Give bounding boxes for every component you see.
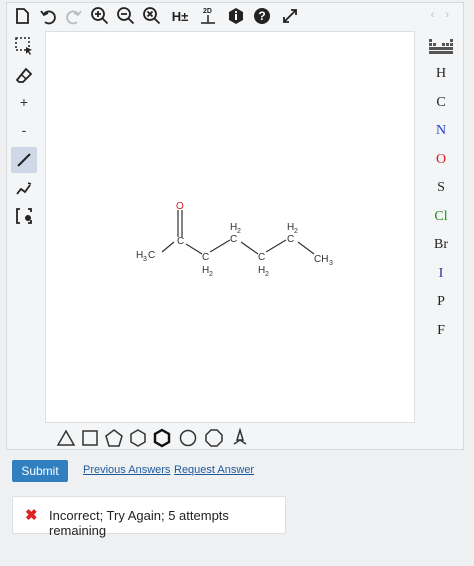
previous-answers-link[interactable]: Previous Answers bbox=[83, 464, 170, 476]
svg-text:?: ? bbox=[258, 9, 265, 23]
ch2-carbon-3: C bbox=[258, 252, 265, 263]
square-ring-icon[interactable] bbox=[79, 427, 101, 449]
ch2-carbon-1: C bbox=[202, 252, 209, 263]
atom-button-br[interactable]: Br bbox=[419, 234, 463, 256]
cycloheptane-ring-icon[interactable] bbox=[177, 427, 199, 449]
bracket-tool-icon[interactable] bbox=[11, 203, 37, 229]
atom-button-n[interactable]: N bbox=[419, 120, 463, 142]
atom-button-o[interactable]: O bbox=[419, 149, 463, 171]
feedback-message: Incorrect; Try Again; 5 attempts remaini… bbox=[49, 508, 229, 538]
chain-tool-icon[interactable] bbox=[11, 175, 37, 201]
atom-button-c[interactable]: C bbox=[419, 92, 463, 114]
ring-toolbar bbox=[45, 425, 415, 449]
ch2-carbon-4: C bbox=[287, 234, 294, 245]
left-methyl-sub: 3 bbox=[143, 256, 147, 263]
ch2-sub-4: 2 bbox=[294, 228, 298, 235]
chemistry-drawing-editor: H± 2D ? ‹ › + - O C H 3 C C H 2 C H 2 C … bbox=[6, 2, 464, 450]
x-icon: ✖ bbox=[25, 507, 38, 524]
periodic-table-icon[interactable] bbox=[429, 39, 453, 55]
right-methyl-label: CH bbox=[314, 254, 328, 265]
help-icon[interactable]: ? bbox=[251, 5, 273, 27]
new-document-icon[interactable] bbox=[11, 5, 33, 27]
svg-text:2D: 2D bbox=[203, 8, 212, 15]
ch2-sub-2: 2 bbox=[237, 228, 241, 235]
selection-tool-icon[interactable] bbox=[11, 33, 37, 59]
submit-button[interactable]: Submit bbox=[12, 460, 68, 482]
benzene-ring-icon[interactable] bbox=[151, 427, 173, 449]
atom-button-s[interactable]: S bbox=[419, 177, 463, 199]
panel-arrows-icon[interactable]: ‹ › bbox=[431, 9, 453, 21]
eraser-icon[interactable] bbox=[11, 63, 37, 89]
atom-button-cl[interactable]: Cl bbox=[419, 206, 463, 228]
feedback-box: ✖ Incorrect; Try Again; 5 attempts remai… bbox=[12, 496, 286, 538]
single-bond-tool-icon[interactable] bbox=[11, 147, 37, 173]
zoom-in-icon[interactable] bbox=[89, 5, 111, 27]
top-toolbar: H± 2D ? ‹ › bbox=[7, 3, 463, 29]
drawing-canvas[interactable]: O C H 3 C C H 2 C H 2 C H 2 C H 2 CH 3 bbox=[45, 31, 415, 423]
clean-2d-icon[interactable]: 2D bbox=[197, 5, 219, 27]
carbonyl-carbon-label: C bbox=[177, 236, 184, 247]
zoom-out-icon[interactable] bbox=[115, 5, 137, 27]
info-icon[interactable] bbox=[225, 5, 247, 27]
right-methyl-sub: 3 bbox=[329, 260, 333, 267]
oxygen-label: O bbox=[176, 201, 184, 212]
triangle-ring-icon[interactable] bbox=[55, 427, 77, 449]
cyclooctane-ring-icon[interactable] bbox=[203, 427, 225, 449]
fullscreen-icon[interactable] bbox=[279, 5, 301, 27]
cyclohexane-ring-icon[interactable] bbox=[127, 427, 149, 449]
decrease-charge-button[interactable]: - bbox=[11, 117, 37, 143]
left-methyl-c: C bbox=[148, 250, 155, 261]
ch2-sub-1: 2 bbox=[209, 271, 213, 278]
atom-button-p[interactable]: P bbox=[419, 291, 463, 313]
pentagon-ring-icon[interactable] bbox=[103, 427, 125, 449]
ch2-sub-3: 2 bbox=[265, 271, 269, 278]
atom-button-f[interactable]: F bbox=[419, 320, 463, 342]
ch2-carbon-2: C bbox=[230, 234, 237, 245]
zoom-reset-icon[interactable] bbox=[141, 5, 163, 27]
atom-button-h[interactable]: H bbox=[419, 63, 463, 85]
toggle-hydrogens-button[interactable]: H± bbox=[169, 5, 191, 27]
template-ring-icon[interactable] bbox=[229, 427, 251, 449]
undo-icon[interactable] bbox=[37, 5, 59, 27]
request-answer-link[interactable]: Request Answer bbox=[174, 464, 254, 476]
redo-icon[interactable] bbox=[63, 5, 85, 27]
molecule-structure: O C H 3 C C H 2 C H 2 C H 2 C H 2 CH 3 bbox=[136, 201, 333, 278]
atom-button-i[interactable]: I bbox=[419, 263, 463, 285]
increase-charge-button[interactable]: + bbox=[11, 89, 37, 115]
